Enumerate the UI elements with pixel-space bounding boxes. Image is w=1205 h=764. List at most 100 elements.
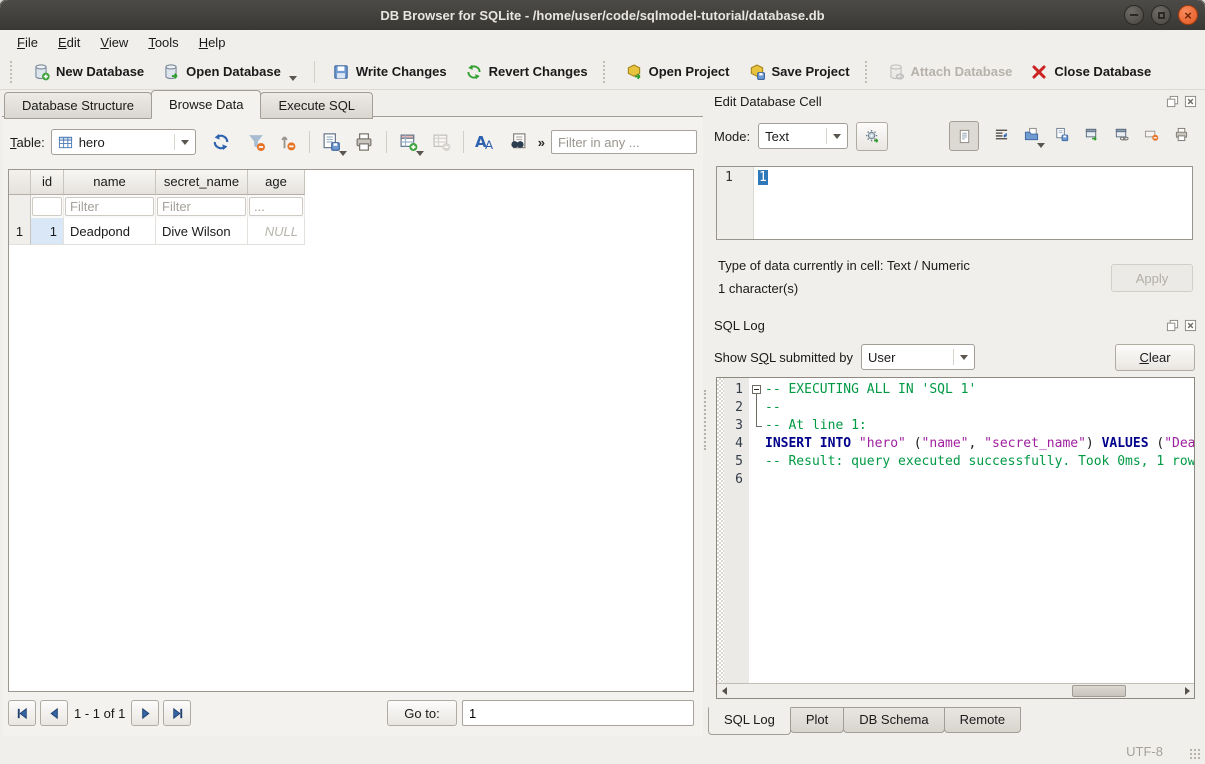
scroll-left-button[interactable]	[717, 684, 731, 698]
minimize-button[interactable]	[1124, 5, 1144, 25]
cell-mode-row: Mode: Text	[714, 122, 1195, 150]
clear-filters-button[interactable]	[243, 129, 270, 155]
column-header-id[interactable]: id	[31, 170, 64, 195]
write-changes-button[interactable]: Write Changes	[323, 59, 456, 85]
close-button[interactable]: ×	[1178, 5, 1198, 25]
pane-splitter[interactable]	[703, 90, 706, 736]
cell-type-info: Type of data currently in cell: Text / N…	[718, 258, 970, 273]
column-header-secret-name[interactable]: secret_name	[156, 170, 248, 195]
tab-db-schema[interactable]: DB Schema	[843, 707, 944, 733]
import-dropdown-icon[interactable]	[1037, 143, 1045, 148]
export-table-dropdown-icon[interactable]	[339, 151, 347, 156]
open-external-button[interactable]	[1084, 127, 1099, 145]
scrollbar-thumb[interactable]	[1072, 685, 1126, 697]
save-project-button[interactable]: Save Project	[739, 59, 859, 85]
word-wrap-button[interactable]	[994, 127, 1009, 145]
toolbar-overflow-indicator[interactable]: »	[538, 135, 545, 150]
first-record-button[interactable]	[8, 700, 36, 726]
previous-record-button[interactable]	[40, 700, 68, 726]
filter-input-secret-name[interactable]	[157, 197, 246, 216]
cell-name[interactable]: Deadpond	[64, 218, 156, 245]
grid-corner[interactable]	[9, 170, 31, 195]
filter-input-id[interactable]	[32, 197, 62, 216]
open-database-button[interactable]: Open Database	[153, 59, 306, 85]
menu-file[interactable]: File	[8, 33, 47, 52]
menu-edit[interactable]: Edit	[49, 33, 89, 52]
encoding-indicator[interactable]: UTF-8	[1126, 744, 1163, 759]
last-record-button[interactable]	[163, 700, 191, 726]
column-header-name[interactable]: name	[64, 170, 156, 195]
text-document-icon	[957, 129, 972, 144]
submitted-by-select[interactable]: User	[861, 344, 975, 370]
cell-editor-content[interactable]: 1	[754, 167, 768, 239]
filter-any-input[interactable]	[551, 130, 697, 154]
export-text-button[interactable]	[1054, 127, 1069, 145]
menu-view[interactable]: View	[91, 33, 137, 52]
goto-input[interactable]	[462, 700, 694, 726]
set-null-button[interactable]	[1144, 127, 1159, 145]
filter-input-age[interactable]	[249, 197, 303, 216]
row-number[interactable]: 1	[9, 218, 31, 245]
open-database-dropdown-icon[interactable]	[289, 76, 297, 81]
resize-grip[interactable]	[1189, 748, 1201, 760]
next-record-button[interactable]	[131, 700, 159, 726]
revert-changes-button[interactable]: Revert Changes	[456, 59, 597, 85]
clear-button[interactable]: Clear	[1115, 344, 1195, 371]
new-record-dropdown-icon[interactable]	[416, 151, 424, 156]
cell-editor[interactable]: 1 1	[716, 166, 1193, 240]
tab-sql-log[interactable]: SQL Log	[708, 707, 791, 735]
scroll-right-button[interactable]	[1180, 684, 1194, 698]
table-select[interactable]: hero	[51, 129, 196, 155]
title-bar[interactable]: DB Browser for SQLite - /home/user/code/…	[0, 0, 1205, 30]
sql-log-line: 3-- At line 1:	[717, 417, 1194, 435]
export-table-button[interactable]	[318, 129, 345, 155]
tab-plot[interactable]: Plot	[790, 707, 844, 733]
cell-secret-name[interactable]: Dive Wilson	[156, 218, 248, 245]
import-text-button[interactable]	[1024, 127, 1039, 145]
close-dock-button[interactable]	[1183, 318, 1197, 332]
close-database-button[interactable]: Close Database	[1021, 59, 1160, 85]
mode-select[interactable]: Text	[758, 123, 848, 149]
float-dock-button[interactable]	[1165, 94, 1179, 108]
font-format-button[interactable]: A A	[472, 129, 499, 155]
menu-help[interactable]: Help	[190, 33, 235, 52]
column-header-age[interactable]: age	[248, 170, 305, 195]
link-cell-button[interactable]	[1114, 127, 1129, 145]
print-cell-button[interactable]	[1174, 127, 1189, 145]
close-dock-icon	[1184, 95, 1197, 108]
print-table-button[interactable]	[351, 129, 378, 155]
open-database-icon	[162, 63, 180, 81]
close-dock-button[interactable]	[1183, 94, 1197, 108]
sql-log-line: 6	[717, 471, 1194, 489]
new-database-button[interactable]: New Database	[23, 59, 153, 85]
sql-log-lines: 1-- EXECUTING ALL IN 'SQL 1'2--3-- At li…	[717, 381, 1194, 489]
new-record-button[interactable]	[395, 129, 422, 155]
tab-browse-data[interactable]: Browse Data	[151, 90, 261, 119]
menu-tools[interactable]: Tools	[139, 33, 187, 52]
goto-button[interactable]: Go to:	[387, 700, 457, 726]
chevron-down-icon	[833, 134, 841, 139]
toolbar-separator	[314, 61, 315, 83]
maximize-button[interactable]	[1151, 5, 1171, 25]
cell-age[interactable]: NULL	[248, 218, 305, 245]
tab-remote[interactable]: Remote	[944, 707, 1022, 733]
find-record-button[interactable]	[505, 129, 532, 155]
text-mode-button[interactable]	[949, 121, 979, 151]
auto-switch-mode-button[interactable]	[856, 122, 888, 151]
float-dock-button[interactable]	[1165, 318, 1179, 332]
scrollbar-track[interactable]	[731, 684, 1180, 698]
filter-input-name[interactable]	[65, 197, 154, 216]
horizontal-scrollbar[interactable]	[717, 683, 1194, 698]
toolbar-handle[interactable]	[10, 61, 17, 83]
tab-execute-sql[interactable]: Execute SQL	[260, 92, 373, 119]
sql-log-editor[interactable]: 1-- EXECUTING ALL IN 'SQL 1'2--3-- At li…	[716, 377, 1195, 699]
refresh-button[interactable]	[208, 129, 235, 155]
tab-database-structure[interactable]: Database Structure	[4, 92, 152, 119]
clear-sort-button[interactable]	[274, 129, 301, 155]
cell-editor-line-number: 1	[717, 167, 754, 239]
open-project-button[interactable]: Open Project	[616, 59, 739, 85]
cell-id[interactable]: 1	[31, 218, 64, 245]
toolbar-handle[interactable]	[603, 61, 610, 83]
toolbar-handle[interactable]	[865, 61, 872, 83]
write-changes-label: Write Changes	[356, 64, 447, 79]
